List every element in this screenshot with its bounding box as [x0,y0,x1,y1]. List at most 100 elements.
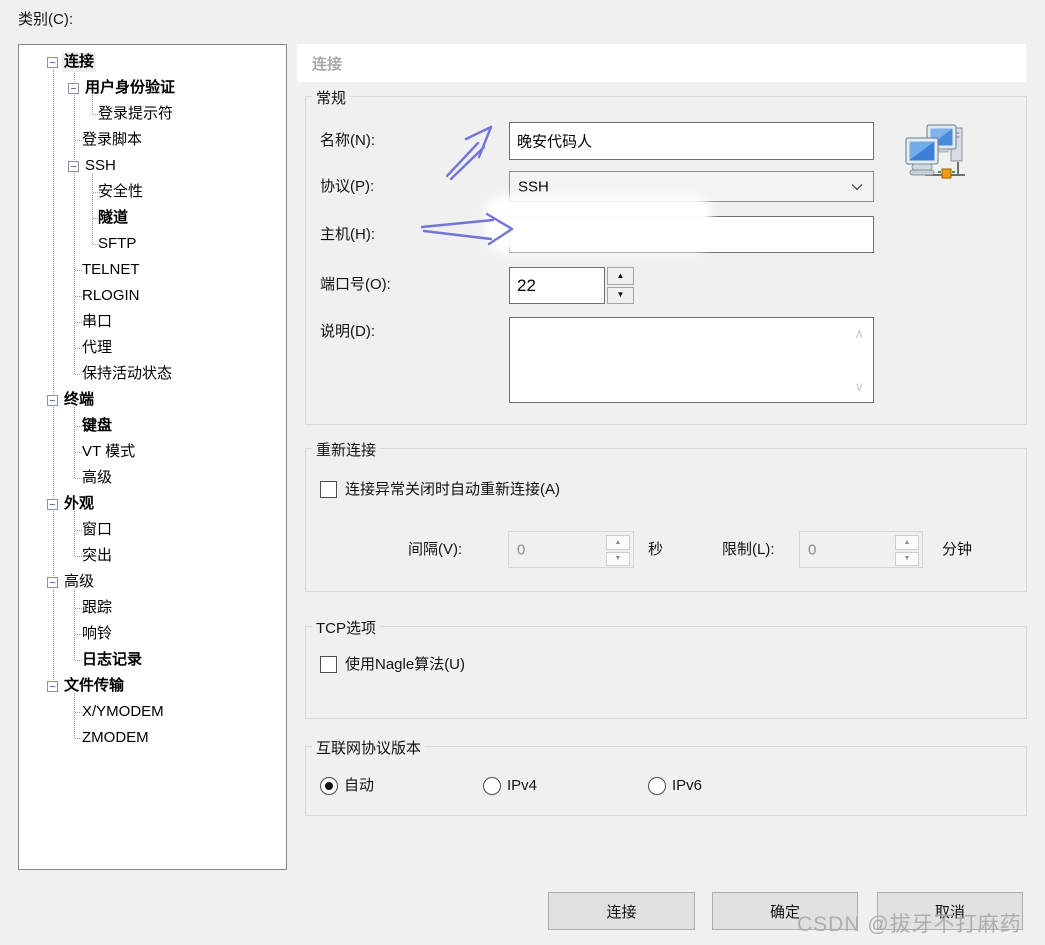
tree-expander-minus-icon[interactable] [47,499,58,510]
tree-item[interactable]: 文件传输 [19,673,286,699]
group-ip-version: 互联网协议版本 [305,746,1027,816]
tree-item[interactable]: 键盘 [19,413,286,439]
tree-item[interactable]: SSH [19,153,286,179]
ok-button[interactable]: 确定 [712,892,858,930]
nagle-label: 使用Nagle算法(U) [345,655,465,675]
tree-item-label: 串口 [82,312,112,332]
tree-item[interactable]: 保持活动状态 [19,361,286,387]
page-title-bar: 连接 [297,44,1026,82]
spinner-down-button[interactable]: ▼ [895,552,919,567]
protocol-select-value: SSH [518,178,549,195]
group-reconnect-label: 重新连接 [312,439,380,460]
tree-item[interactable]: 登录脚本 [19,127,286,153]
tree-item[interactable]: X/YMODEM [19,699,286,725]
radio-label-自动: 自动 [344,776,374,796]
tree-item-label: 隧道 [98,208,128,228]
limit-input[interactable]: 0 ▲ ▼ [799,531,923,568]
tree-expander-minus-icon[interactable] [68,161,79,172]
name-label: 名称(N): [320,131,375,151]
interval-input[interactable]: 0 ▲ ▼ [508,531,634,568]
tree-item[interactable]: 高级 [19,569,286,595]
tree-item-label: 跟踪 [82,598,112,618]
tree-item-label: VT 模式 [82,442,135,462]
tree-item-label: 键盘 [82,416,112,436]
spinner-up-button[interactable]: ▲ [607,267,634,285]
spinner-down-button[interactable]: ▼ [606,552,630,567]
spinner-up-button[interactable]: ▲ [895,535,919,550]
category-label: 类别(C): [18,8,73,29]
tree-expander-minus-icon[interactable] [47,57,58,68]
description-textarea[interactable]: ∧ ∨ [509,317,874,403]
tree-item-label: 高级 [64,572,94,592]
tree-item[interactable]: 连接 [19,49,286,75]
protocol-select[interactable]: SSH [509,171,874,202]
tree-item[interactable]: 日志记录 [19,647,286,673]
spinner-down-button[interactable]: ▼ [607,287,634,305]
tree-item[interactable]: 终端 [19,387,286,413]
session-properties-dialog: 类别(C): 连接用户身份验证登录提示符登录脚本SSH安全性隧道SFTPTELN… [0,0,1045,945]
scroll-down-icon[interactable]: ∨ [854,380,864,393]
tree-item-label: 用户身份验证 [85,78,175,98]
tree-item-label: TELNET [82,260,140,280]
tree-item[interactable]: 外观 [19,491,286,517]
tree-item-label: 响铃 [82,624,112,644]
limit-value: 0 [808,541,816,558]
name-input-value: 晚安代码人 [517,131,592,152]
tree-item[interactable]: 代理 [19,335,286,361]
chevron-down-icon [851,183,863,190]
tree-item[interactable]: SFTP [19,231,286,257]
tree-item[interactable]: 登录提示符 [19,101,286,127]
port-input[interactable]: 22 [509,267,605,304]
description-label: 说明(D): [320,322,375,342]
auto-reconnect-checkbox[interactable] [320,481,337,498]
category-tree[interactable]: 连接用户身份验证登录提示符登录脚本 SSH 安全性隧道 SFTP TELNET RLOGI… [18,44,287,870]
tree-item-label: 登录提示符 [98,104,173,124]
group-general-label: 常规 [312,87,350,108]
tree-item-label: 代理 [82,338,112,358]
interval-unit-label: 秒 [648,540,663,560]
radio-IPv4[interactable] [483,777,501,795]
tree-item[interactable]: 串口 [19,309,286,335]
page-title: 连接 [312,53,342,74]
spinner-up-button[interactable]: ▲ [606,535,630,550]
tree-expander-minus-icon[interactable] [47,681,58,692]
radio-IPv6[interactable] [648,777,666,795]
radio-label-IPv6: IPv6 [672,776,702,796]
tree-item[interactable]: 响铃 [19,621,286,647]
tree-item[interactable]: 高级 [19,465,286,491]
session-icon [905,124,969,180]
tree-item-label: RLOGIN [82,286,140,306]
tree-item-label: 高级 [82,468,112,488]
auto-reconnect-label: 连接异常关闭时自动重新连接(A) [345,480,560,500]
tree-item[interactable]: 突出 [19,543,286,569]
tree-item[interactable]: ZMODEM [19,725,286,751]
group-reconnect: 重新连接 [305,448,1027,592]
tree-item[interactable]: 窗口 [19,517,286,543]
host-redaction-blur [492,203,704,245]
port-spinner: ▲ ▼ [607,267,634,304]
tree-expander-minus-icon[interactable] [68,83,79,94]
tree-item-label: 外观 [64,494,94,514]
tree-item[interactable]: 跟踪 [19,595,286,621]
radio-自动[interactable] [320,777,338,795]
tree-item[interactable]: 用户身份验证 [19,75,286,101]
radio-label-IPv4: IPv4 [507,776,537,796]
name-input[interactable]: 晚安代码人 [509,122,874,160]
nagle-checkbox[interactable] [320,656,337,673]
tree-item[interactable]: TELNET [19,257,286,283]
tree-expander-minus-icon[interactable] [47,395,58,406]
interval-value: 0 [517,541,525,558]
connect-button[interactable]: 连接 [548,892,695,930]
tree-item[interactable]: RLOGIN [19,283,286,309]
tree-item[interactable]: VT 模式 [19,439,286,465]
tree-item[interactable]: 安全性 [19,179,286,205]
limit-spinner: ▲ ▼ [895,535,919,566]
tree-item-label: SSH [85,156,116,176]
cancel-button[interactable]: 取消 [877,892,1023,930]
tree-item[interactable]: 隧道 [19,205,286,231]
scroll-up-icon[interactable]: ∧ [854,327,864,340]
tree-expander-minus-icon[interactable] [47,577,58,588]
limit-label: 限制(L): [722,540,775,560]
tree-item-label: 文件传输 [64,676,124,696]
group-tcp-label: TCP选项 [312,617,380,638]
